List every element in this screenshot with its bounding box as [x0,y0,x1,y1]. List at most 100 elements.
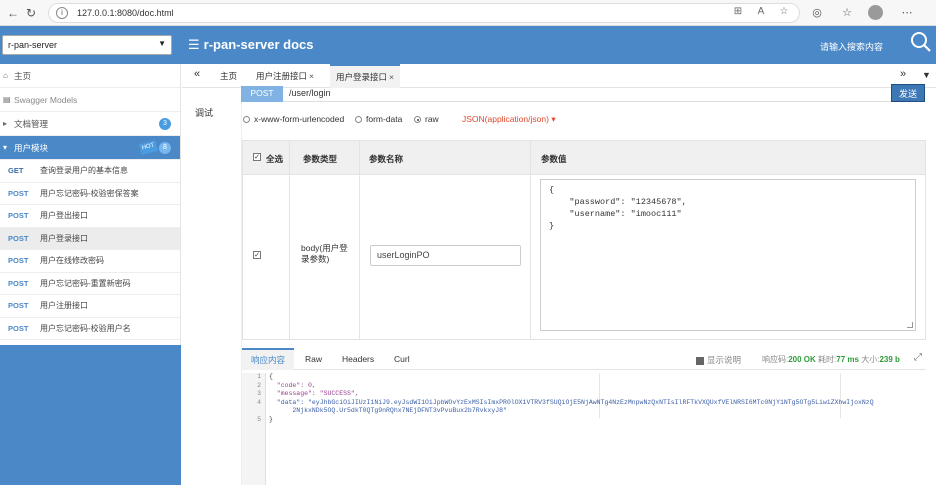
search-input[interactable]: 请输入搜索内容 [820,40,883,53]
tab-curl[interactable]: Curl [385,348,419,370]
sidebar-item-label: 主页 [14,71,32,81]
radio-label: form-data [366,114,403,124]
url-text: 127.0.0.1:8080/doc.html [77,8,174,18]
editor-line: "username": "imooc111" [549,209,682,219]
tab-headers[interactable]: Headers [333,348,383,370]
home-icon: ⌂ [3,71,8,80]
send-button[interactable]: 发送 [891,84,925,102]
api-label: 用户在线修改密码 [40,256,104,265]
api-item-active[interactable]: POST 用户登录接口 [0,227,180,250]
address-bar[interactable]: i 127.0.0.1:8080/doc.html [48,3,800,23]
line-number: 2 [257,381,261,389]
param-name-input[interactable]: userLoginPO [370,245,521,266]
tab-scroll-left-icon[interactable]: « [194,68,200,80]
tab-scroll-right-icon[interactable]: » [900,68,906,80]
body-format-value: JSON(application/json) [462,114,549,124]
status-label: 响应码: [762,355,789,364]
refresh-icon[interactable]: ↻ [22,4,40,22]
api-item[interactable]: GET 查询登录用户的基本信息 [0,160,180,183]
tab-response-content[interactable]: 响应内容 [242,348,295,370]
api-item[interactable]: POST 用户忘记密码-重置新密码 [0,273,180,295]
http-method: POST [8,188,29,198]
read-aloud-icon[interactable]: A [753,4,769,20]
code-line: 2NjkxNDk5OQ.Ur5dkT0QTg9nRQhx7NEjDFNT3vPv… [269,407,507,414]
http-method: GET [8,166,24,175]
tab-menu-icon[interactable]: ▼ [922,70,931,80]
tab-debug[interactable]: 调试 [195,106,213,119]
sidebar-item-doc-manage[interactable]: ▸ 文档管理 3 [0,112,180,136]
http-method: POST [8,301,29,310]
row-checkbox[interactable]: ✓ [253,251,261,259]
api-label: 用户登出接口 [40,211,88,220]
line-number [242,407,265,416]
show-description-toggle[interactable]: 显示说明 [696,354,741,366]
response-json: { "code": 0, "message": "SUCCESS", "data… [269,373,921,424]
page-title-text: r-pan-server docs [203,37,314,52]
sidebar-item-user-module[interactable]: ▾ 用户模块 HOT 8 [0,136,180,160]
profile-avatar[interactable] [868,5,883,20]
back-arrow-icon[interactable]: ← [4,4,22,22]
line-number: 3 [257,390,261,397]
api-item[interactable]: POST 用户登出接口 [0,205,180,228]
time-label: 耗时: [818,355,837,364]
tab-raw[interactable]: Raw [296,348,331,370]
code-line: "message": "SUCCESS", [269,390,359,397]
http-method: POST [8,278,29,288]
sidebar: ⌂ 主页 ▤ Swagger Models ▸ 文档管理 3 ▾ 用户模块 HO… [0,64,181,485]
tab-user-register[interactable]: 用户注册接口 × [250,64,320,88]
column-divider [359,141,360,339]
tab-user-login[interactable]: 用户登录接口 × [330,64,400,88]
sidebar-item-swagger-models[interactable]: ▤ Swagger Models [0,88,180,112]
favorites-icon[interactable]: ☆ [838,4,856,22]
request-url-input[interactable]: /user/login [283,86,891,102]
sidebar-item-home[interactable]: ⌂ 主页 [0,64,180,88]
hot-badge: HOT [139,140,159,155]
close-icon[interactable]: × [309,71,314,81]
column-header: 参数名称 [369,154,404,164]
column-header: 参数值 [541,154,567,164]
response-code-view: 1 2 3 4 5 { "code": 0, "message": "SUCCE… [242,373,926,485]
info-icon[interactable]: i [56,7,68,19]
param-value-editor[interactable]: { "password": "12345678", "username": "i… [540,179,916,331]
api-item[interactable]: POST 用户忘记密码-校验用户名 [0,318,180,340]
folder-open-icon: ▾ [3,143,8,152]
sidebar-item-label: 用户模块 [14,143,49,153]
code-line: "code": 0, [269,381,316,389]
resize-handle[interactable] [907,322,913,328]
chevron-down-icon: ▾ [551,114,556,124]
radio-urlencoded[interactable]: x-www-form-urlencoded [243,114,344,124]
favorite-star-icon[interactable]: ☆ [776,4,792,20]
line-number: 4 [257,398,261,406]
api-label: 用户忘记密码-重置新密码 [40,278,131,288]
close-icon[interactable]: × [389,72,394,82]
tab-label: 用户注册接口 [256,71,308,81]
app-available-icon[interactable]: ⊞ [730,4,746,20]
tab-label: 用户登录接口 [336,72,388,82]
radio-raw[interactable]: raw [414,114,439,124]
radio-label: raw [425,114,439,124]
radio-label: x-www-form-urlencoded [254,114,345,124]
api-item[interactable]: POST 用户忘记密码-校验密保答案 [0,183,180,205]
group-select[interactable]: r-pan-server ▼ [2,35,172,55]
size-label: 大小: [861,355,880,364]
code-line: { [269,373,273,380]
expand-icon[interactable]: ⤢ [914,352,922,363]
folder-icon: ▸ [3,119,8,128]
body-format-select[interactable]: JSON(application/json) ▾ [462,114,556,125]
radio-form-data[interactable]: form-data [355,114,402,124]
count-badge: 8 [159,142,171,154]
api-label: 用户注册接口 [40,301,88,310]
menu-icon[interactable]: ☰ [188,37,200,52]
code-line: } [269,415,273,423]
extensions-icon[interactable]: ◎ [808,4,826,22]
tab-home[interactable]: 主页 [214,64,243,88]
param-type: body(用户登录参数) [301,243,348,264]
search-icon[interactable] [910,31,932,53]
more-menu-icon[interactable]: ⋯ [898,4,916,22]
api-item[interactable]: POST 用户在线修改密码 [0,250,180,273]
params-table: ✓ 全选 参数类型 参数名称 参数值 ✓ body(用户登录参数) userLo… [242,140,926,340]
radio-icon [243,116,250,124]
select-all-checkbox[interactable]: ✓ [253,153,261,161]
tab-bar: « 主页 用户注册接口 × 用户登录接口 × » ▼ [182,64,936,88]
api-item[interactable]: POST 用户注册接口 [0,295,180,318]
